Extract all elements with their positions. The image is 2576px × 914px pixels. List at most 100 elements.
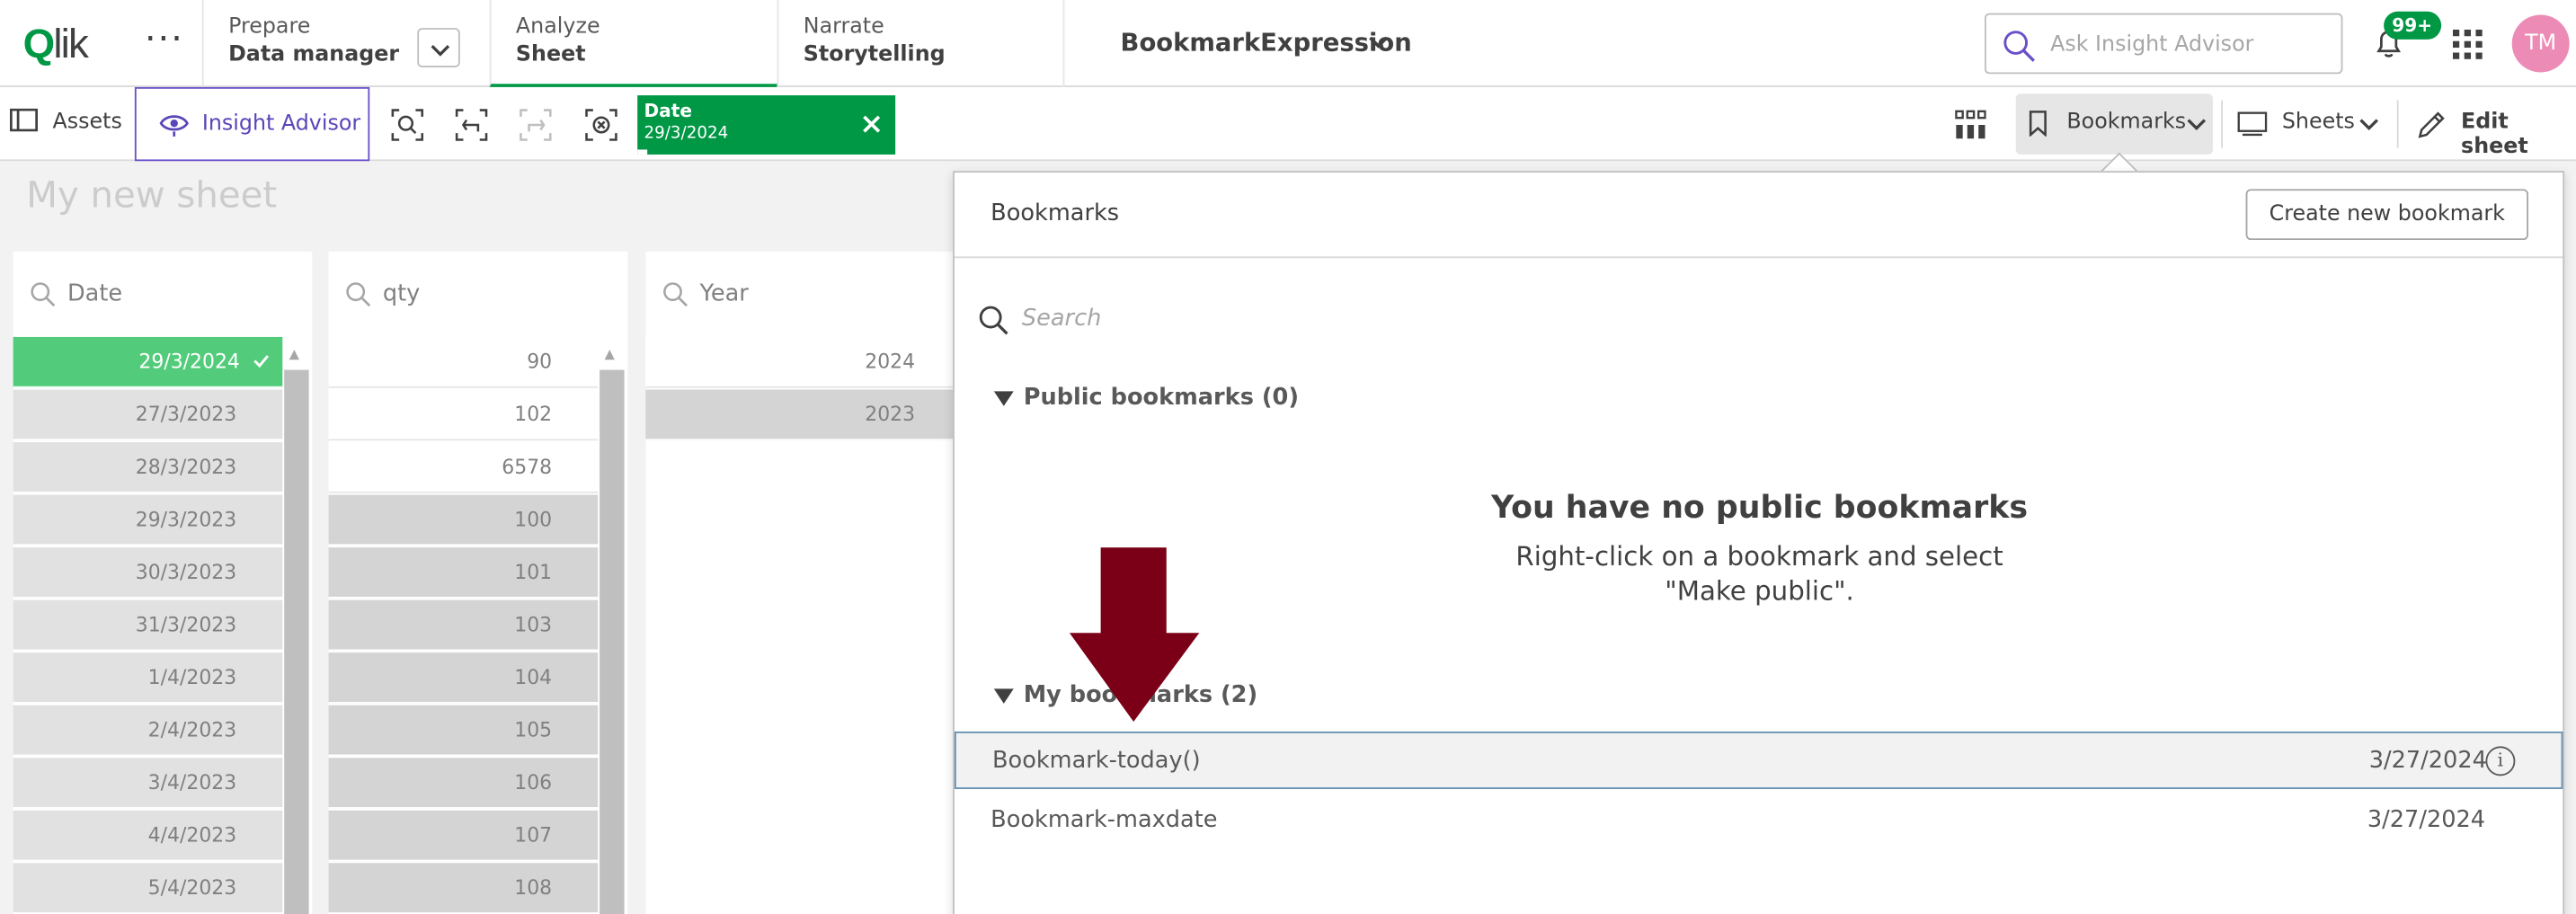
listbox-header[interactable]: qty [329,252,628,337]
list-item[interactable]: 100 [328,494,599,546]
bookmark-item[interactable]: Bookmark-maxdate 3/27/2024 [955,793,2563,850]
tab-prepare-value: Data manager [228,42,400,67]
ask-insight-advisor-placeholder: Ask Insight Advisor [2050,32,2254,58]
list-item-value: 29/3/2023 [135,508,237,531]
list-item-value: 108 [514,875,553,900]
listbox-title: Date [67,280,123,308]
selection-chip-date[interactable]: Date 29/3/2024 [637,95,896,155]
check-icon [253,355,270,368]
scroll-up-icon[interactable]: ▲ [605,347,615,361]
search-icon [979,306,1008,335]
apps-grid-icon[interactable] [2452,29,2483,59]
bookmark-search-input[interactable]: Search [1022,306,1101,332]
list-item[interactable]: 1/4/2023 [13,652,283,704]
list-item[interactable]: 102 [328,389,599,441]
listbox-header[interactable]: Year [645,252,974,337]
list-item[interactable]: 2023 [645,389,974,441]
search-icon [2003,31,2035,62]
chevron-down-icon [2359,119,2378,130]
clear-selections-icon[interactable] [585,109,618,142]
search-icon [346,282,371,307]
listbox-year: Year 2024 2023 [645,251,974,914]
info-icon[interactable]: i [2485,746,2516,776]
public-bookmarks-section[interactable]: Public bookmarks (0) [1024,385,1299,411]
list-item[interactable]: 101 [328,547,599,599]
sheet-title: My new sheet [26,175,278,217]
collapse-triangle-icon[interactable] [993,688,1014,704]
annotation-arrow-icon [1069,547,1200,722]
listbox-scrollbar[interactable]: ▲ [282,336,309,914]
empty-state-text: Right-click on a bookmark and select "Ma… [1515,540,2003,607]
toolbar-divider [2221,100,2224,148]
list-item-value: 2024 [865,350,916,374]
list-item[interactable]: 29/3/2023 [13,494,283,546]
listbox-title: qty [382,280,421,308]
list-item[interactable]: 6578 [328,442,599,493]
list-item-value: 29/3/2024 [138,350,240,374]
step-forward-icon[interactable] [520,109,553,142]
chevron-down-icon [2187,119,2207,130]
list-item-value: 90 [527,350,553,374]
list-item[interactable]: 27/3/2023 [13,389,283,441]
list-item[interactable]: 106 [328,758,599,809]
list-item[interactable]: 29/3/2024 [13,336,283,388]
qlik-logo[interactable]: Qlik [23,22,89,69]
list-item[interactable]: 30/3/2023 [13,547,283,599]
chevron-down-icon[interactable] [1367,33,1390,53]
scroll-thumb[interactable] [284,369,309,914]
list-item[interactable]: 104 [328,652,599,704]
list-item[interactable]: 4/4/2023 [13,810,283,862]
list-item[interactable]: 107 [328,810,599,862]
collapse-triangle-icon[interactable] [993,391,1014,406]
bookmark-item[interactable]: Bookmark-today() 3/27/2024 i [954,731,2563,789]
search-icon [663,282,688,307]
list-item[interactable]: 28/3/2023 [13,442,283,493]
pencil-icon[interactable] [2417,111,2447,140]
list-item[interactable]: 90 [328,336,599,388]
panel-icon [9,108,39,132]
tab-prepare[interactable]: Prepare Data manager [201,0,490,87]
bookmarks-panel: Bookmarks Create new bookmark Search Pub… [953,171,2565,914]
list-item[interactable]: 31/3/2023 [13,599,283,652]
list-item-value: 2/4/2023 [147,718,237,741]
tab-analyze-value: Sheet [515,42,586,67]
bookmark-name: Bookmark-today() [991,748,1201,775]
list-item[interactable]: 5/4/2023 [13,863,283,914]
layout-grid-icon[interactable] [1955,110,1986,140]
list-item[interactable]: 108 [328,863,599,914]
insight-eye-icon [159,115,189,137]
bookmark-icon [2029,111,2047,137]
close-icon[interactable] [863,115,881,133]
assets-button[interactable]: Assets [9,108,122,135]
listbox-qty: qty 90 102 6578 100 101 103 104 105 106 … [328,251,628,914]
edit-sheet-button[interactable]: Edit sheet [2461,111,2576,160]
tab-analyze[interactable]: Analyze Sheet [489,0,777,87]
sheets-icon[interactable] [2237,111,2268,137]
bookmark-date: 3/27/2024 [2367,807,2486,834]
list-item[interactable]: 2024 [645,336,974,388]
user-avatar[interactable]: TM [2511,14,2570,73]
create-new-bookmark-button[interactable]: Create new bookmark [2245,189,2528,241]
insight-advisor-button[interactable]: Insight Advisor [134,86,370,162]
smart-search-icon[interactable] [391,109,424,142]
listbox-header[interactable]: Date [13,252,313,337]
scroll-thumb[interactable] [600,369,625,914]
list-item-value: 30/3/2023 [135,560,237,584]
list-item-value: 104 [514,665,553,689]
list-item[interactable]: 105 [328,705,599,757]
more-options-icon[interactable]: ··· [145,20,184,61]
list-item[interactable]: 3/4/2023 [13,758,283,809]
ask-insight-advisor-input[interactable]: Ask Insight Advisor [1984,13,2343,75]
selection-chip-value: 29/3/2024 [644,125,729,144]
prepare-dropdown-button[interactable] [417,28,460,67]
bookmark-date: 3/27/2024 [2368,748,2487,775]
step-back-icon[interactable] [455,109,488,142]
listbox-date: Date 29/3/2024 27/3/2023 28/3/2023 29/3/… [13,251,313,914]
list-item-value: 5/4/2023 [147,875,237,900]
sheets-button[interactable]: Sheets [2282,111,2355,135]
tab-narrate[interactable]: Narrate Storytelling [777,0,1065,87]
list-item[interactable]: 2/4/2023 [13,705,283,757]
scroll-up-icon[interactable]: ▲ [289,347,299,361]
listbox-scrollbar[interactable]: ▲ [598,336,625,914]
list-item[interactable]: 103 [328,599,599,652]
